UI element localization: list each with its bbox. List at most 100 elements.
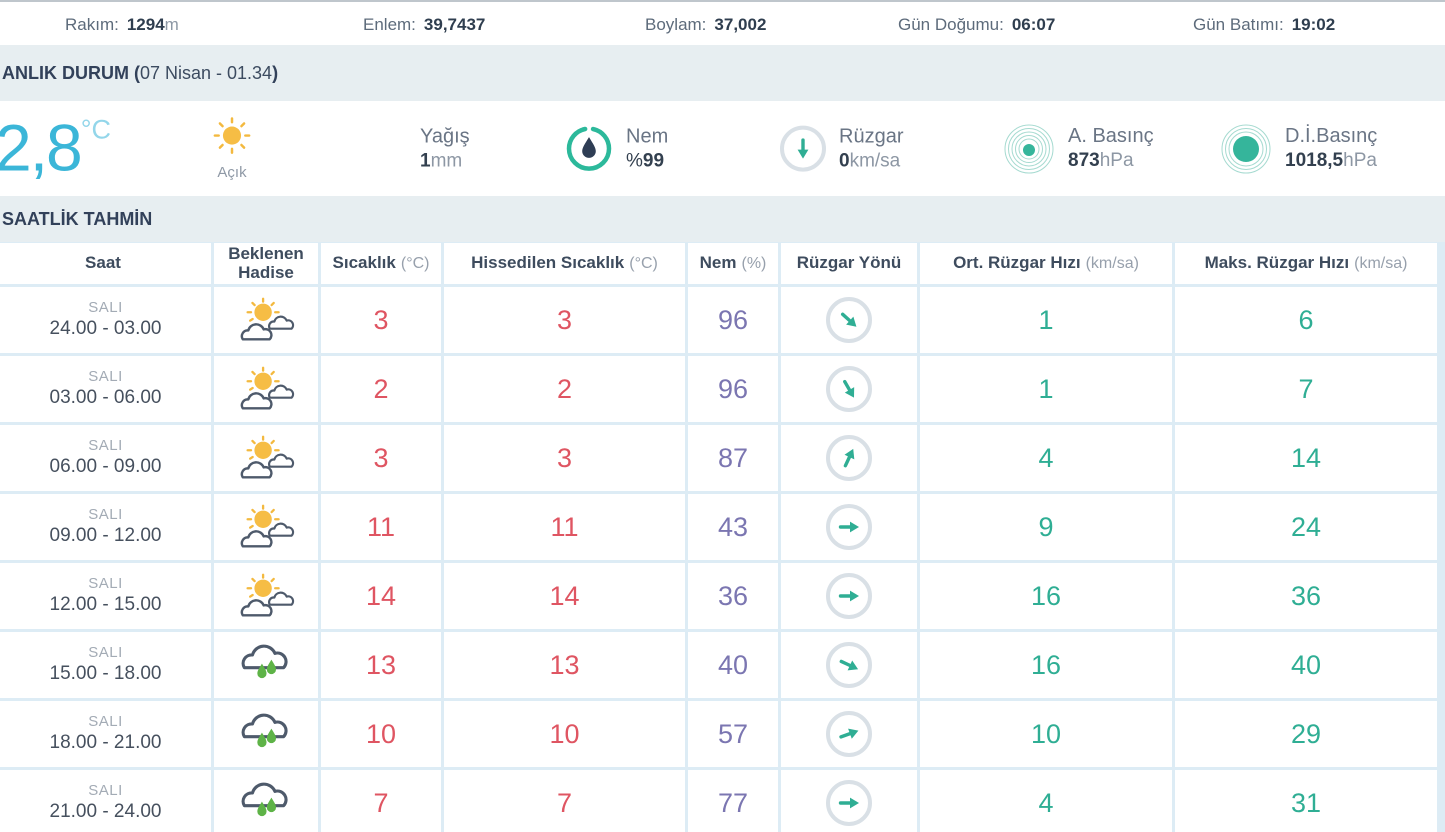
stat-value: 0km/sa xyxy=(839,150,901,172)
cell-wind-direction xyxy=(781,287,917,353)
cell-humidity: 96 xyxy=(688,356,778,422)
hourly-forecast-header: SAATLİK TAHMİN xyxy=(0,196,1445,242)
cell-feels-like: 3 xyxy=(444,425,685,491)
cell-humidity: 87 xyxy=(688,425,778,491)
stat-label: Rakım: xyxy=(65,14,119,34)
rain-icon xyxy=(241,782,288,817)
cell-condition-icon xyxy=(214,632,318,698)
column-header-wind-max: Maks. Rüzgar Hızı (km/sa) xyxy=(1175,243,1437,284)
row-day: SALI xyxy=(88,574,123,592)
cell-temperature: 10 xyxy=(321,701,441,767)
temperature-unit: °C xyxy=(80,114,112,145)
current-condition: Açık xyxy=(194,116,270,181)
column-header-wind-avg: Ort. Rüzgar Hızı (km/sa) xyxy=(920,243,1172,284)
sun-icon xyxy=(213,116,251,154)
stat-latitude: Enlem: 39,7437 xyxy=(363,2,485,47)
cell-wind-max: 36 xyxy=(1175,563,1437,629)
cell-condition-icon xyxy=(214,287,318,353)
cell-wind-avg: 16 xyxy=(920,563,1172,629)
cell-feels-like: 2 xyxy=(444,356,685,422)
current-temperature: 2,8°C xyxy=(0,110,112,185)
row-day: SALI xyxy=(88,367,123,385)
rain-icon xyxy=(241,644,288,679)
cell-temperature: 2 xyxy=(321,356,441,422)
row-time-range: 21.00 - 24.00 xyxy=(49,801,162,823)
row-day: SALI xyxy=(88,505,123,523)
cell-temperature: 13 xyxy=(321,632,441,698)
cell-time: SALI 12.00 - 15.00 xyxy=(0,563,211,629)
cell-feels-like: 13 xyxy=(444,632,685,698)
row-time-range: 09.00 - 12.00 xyxy=(49,525,162,547)
actual-pressure-stat: A. Basınç 873hPa xyxy=(1003,123,1154,175)
wind-direction-icon xyxy=(826,504,872,550)
cell-wind-avg: 4 xyxy=(920,770,1172,832)
row-day: SALI xyxy=(88,298,123,316)
stat-label: Gün Batımı: xyxy=(1193,14,1284,34)
row-day: SALI xyxy=(88,712,123,730)
cell-time: SALI 03.00 - 06.00 xyxy=(0,356,211,422)
cell-humidity: 36 xyxy=(688,563,778,629)
wind-direction-icon xyxy=(826,573,872,619)
cell-humidity: 43 xyxy=(688,494,778,560)
cell-wind-max: 14 xyxy=(1175,425,1437,491)
wind-stat: Rüzgar 0km/sa xyxy=(780,124,903,173)
wind-direction-icon xyxy=(826,435,872,481)
cell-wind-max: 29 xyxy=(1175,701,1437,767)
cell-feels-like: 7 xyxy=(444,770,685,832)
stat-unit: m xyxy=(164,14,179,34)
stat-label: Boylam: xyxy=(645,14,707,34)
cell-humidity: 77 xyxy=(688,770,778,832)
cell-wind-avg: 1 xyxy=(920,287,1172,353)
current-conditions: 2,8°C Açık Yağış 1mm Nem %99 Rüzgar 0km/… xyxy=(0,101,1445,196)
sea-pressure-icon xyxy=(1221,124,1271,173)
partly-cloudy-icon xyxy=(240,573,295,617)
cell-feels-like: 14 xyxy=(444,563,685,629)
cell-time: SALI 24.00 - 03.00 xyxy=(0,287,211,353)
stat-value: 1018,5hPa xyxy=(1285,150,1377,172)
row-day: SALI xyxy=(88,436,123,454)
cell-temperature: 3 xyxy=(321,287,441,353)
stat-value: 06:07 xyxy=(1011,14,1056,34)
stat-value: 1294 xyxy=(126,14,165,34)
weather-page: Rakım: 1294 m Enlem: 39,7437 Boylam: 37,… xyxy=(0,0,1445,832)
cell-wind-avg: 9 xyxy=(920,494,1172,560)
cell-time: SALI 06.00 - 09.00 xyxy=(0,425,211,491)
cell-condition-icon xyxy=(214,356,318,422)
cell-condition-icon xyxy=(214,701,318,767)
humidity-stat: Nem %99 xyxy=(565,124,668,173)
cell-wind-direction xyxy=(781,356,917,422)
precipitation-stat: Yağış 1mm xyxy=(420,124,470,173)
stat-label: Yağış xyxy=(420,125,470,148)
cell-temperature: 11 xyxy=(321,494,441,560)
partly-cloudy-icon xyxy=(240,504,295,548)
row-time-range: 18.00 - 21.00 xyxy=(49,732,162,754)
stat-sunrise: Gün Doğumu: 06:07 xyxy=(898,2,1055,47)
cell-wind-direction xyxy=(781,425,917,491)
stat-value: 39,7437 xyxy=(423,14,486,34)
stat-label: Enlem: xyxy=(363,14,416,34)
cell-temperature: 14 xyxy=(321,563,441,629)
row-day: SALI xyxy=(88,643,123,661)
stat-altitude: Rakım: 1294 m xyxy=(65,2,179,47)
column-header-time: Saat xyxy=(0,243,211,284)
wind-direction-icon xyxy=(826,642,872,688)
cell-condition-icon xyxy=(214,494,318,560)
stat-label: Rüzgar xyxy=(839,125,904,148)
wind-direction-icon xyxy=(826,780,872,826)
wind-direction-icon xyxy=(826,711,872,757)
current-conditions-header: ANLIK DURUM ( 07 Nisan - 01.34 ) xyxy=(0,45,1445,101)
cell-wind-avg: 4 xyxy=(920,425,1172,491)
cell-condition-icon xyxy=(214,770,318,832)
stat-value: 37,002 xyxy=(714,14,767,34)
cell-time: SALI 21.00 - 24.00 xyxy=(0,770,211,832)
condition-label: Açık xyxy=(217,163,247,181)
cell-time: SALI 09.00 - 12.00 xyxy=(0,494,211,560)
pressure-icon xyxy=(1004,124,1054,173)
cell-wind-avg: 1 xyxy=(920,356,1172,422)
cell-temperature: 3 xyxy=(321,425,441,491)
cell-feels-like: 3 xyxy=(444,287,685,353)
location-stats-bar: Rakım: 1294 m Enlem: 39,7437 Boylam: 37,… xyxy=(0,0,1445,47)
partly-cloudy-icon xyxy=(240,297,295,341)
cell-wind-max: 7 xyxy=(1175,356,1437,422)
column-header-condition: Beklenen Hadise xyxy=(214,243,318,284)
